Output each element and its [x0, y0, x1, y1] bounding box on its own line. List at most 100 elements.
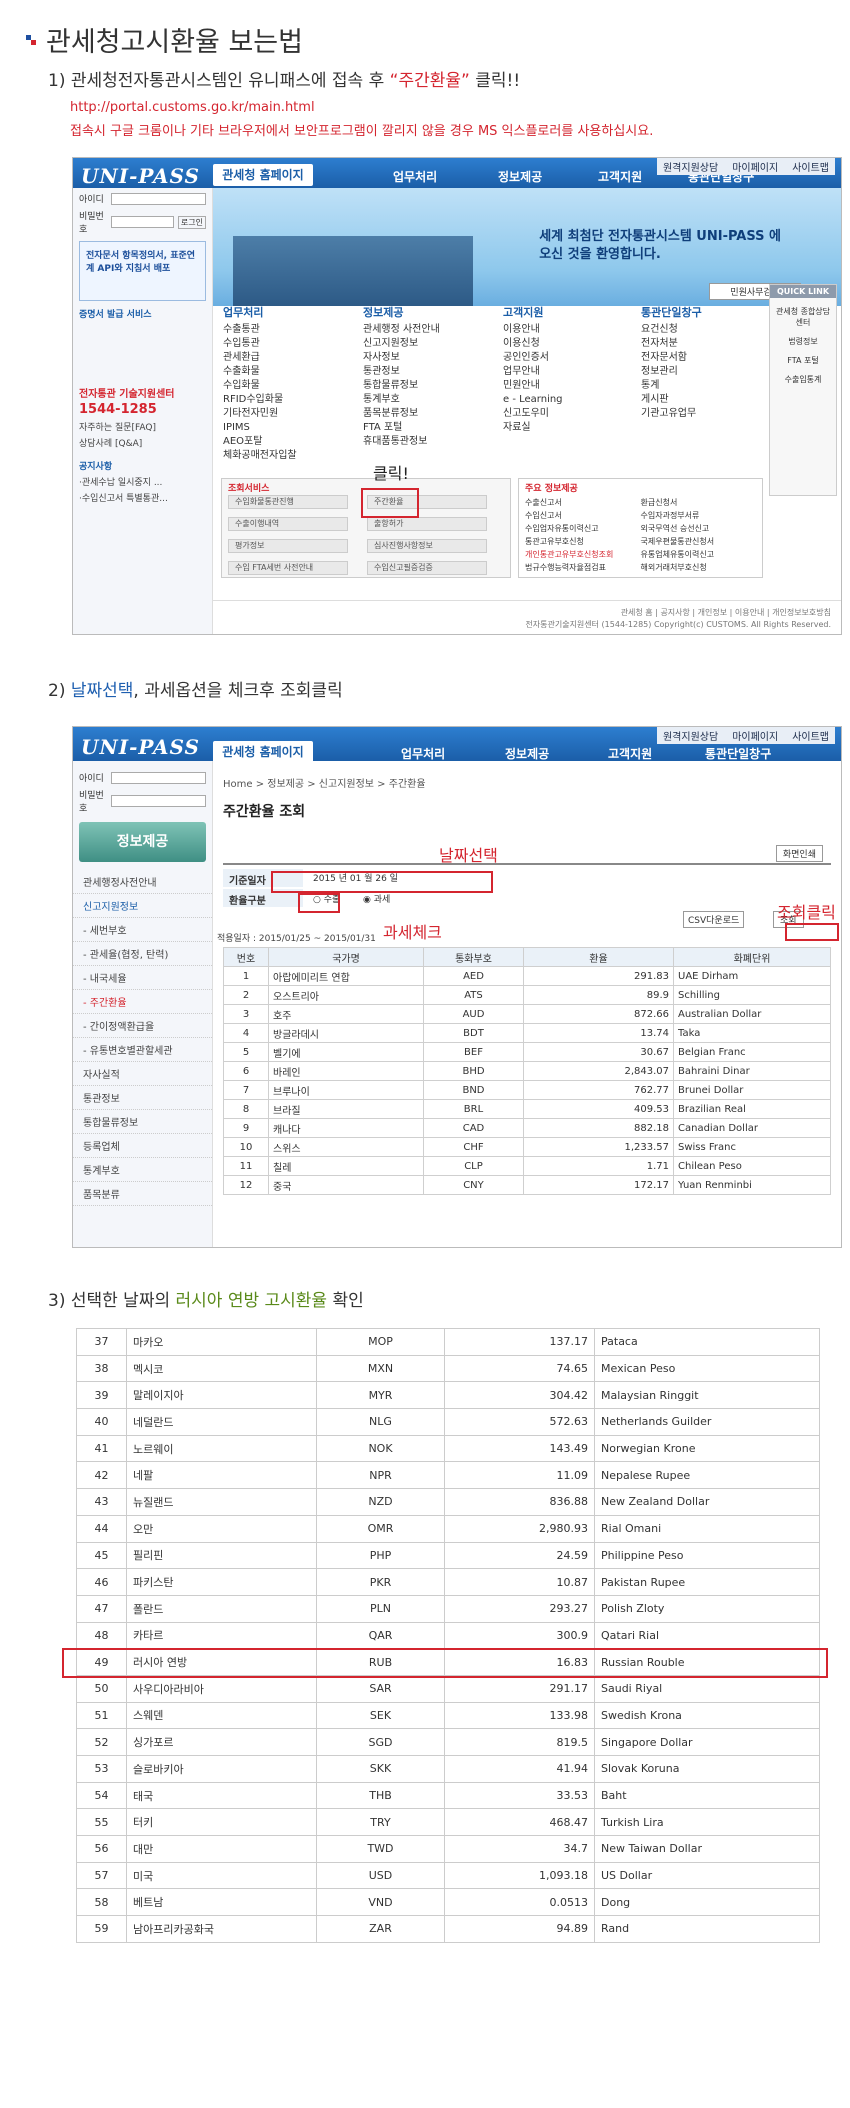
menu-work-title[interactable]: 업무처리	[223, 306, 297, 320]
menu-item[interactable]: 공인인증서	[503, 351, 563, 365]
id-field[interactable]: 아이디	[79, 192, 206, 205]
promo-banner[interactable]: 전자문서 항목정의서, 표준연계 API와 지침서 배포	[79, 241, 206, 301]
menu-item[interactable]: 이용안내	[503, 323, 563, 337]
info-item[interactable]: 수입자과정부서류	[641, 509, 757, 522]
quick-link-item[interactable]: FTA 포털	[774, 355, 832, 366]
side-item[interactable]: - 내국세율	[73, 966, 212, 990]
nav-work[interactable]: 업무처리	[401, 745, 445, 762]
menu-item[interactable]: 민원안내	[503, 379, 563, 393]
menu-item[interactable]: 관세환급	[223, 351, 297, 365]
sitemap-link[interactable]: 사이트맵	[792, 159, 829, 174]
mypage-link[interactable]: 마이페이지	[732, 159, 778, 174]
service-item[interactable]: 심사진행사항정보	[367, 539, 487, 553]
quick-link-item[interactable]: 관세청 종합상담센터	[774, 306, 832, 328]
info-item[interactable]: 수입신고서	[525, 509, 641, 522]
nav-support[interactable]: 고객지원	[598, 168, 642, 185]
info-item[interactable]: 유통업체유통이력신고	[641, 548, 757, 561]
id-field[interactable]: 아이디	[79, 771, 206, 784]
menu-item[interactable]: 통합물류정보	[363, 379, 440, 393]
menu-item[interactable]: 수출화물	[223, 365, 297, 379]
unipass-logo[interactable]: UNI-PASS	[81, 735, 200, 759]
side-item[interactable]: 통관정보	[73, 1086, 212, 1110]
qa-link[interactable]: 상담사례 [Q&A]	[79, 436, 206, 449]
service-item[interactable]: 수출이행내역	[228, 517, 348, 531]
info-item[interactable]: 외국무역선 승선신고	[641, 522, 757, 535]
menu-item[interactable]: 수입통관	[223, 337, 297, 351]
menu-item[interactable]: 이용신청	[503, 337, 563, 351]
menu-item[interactable]: 통계부호	[363, 393, 440, 407]
side-item[interactable]: 등록업체	[73, 1134, 212, 1158]
info-item[interactable]: 환급신청서	[641, 496, 757, 509]
menu-item[interactable]: 전자처분	[641, 337, 702, 351]
portal-url-link[interactable]: http://portal.customs.go.kr/main.html	[70, 100, 315, 115]
menu-item[interactable]: 통계	[641, 379, 702, 393]
menu-item[interactable]: 게시판	[641, 393, 702, 407]
mypage-link[interactable]: 마이페이지	[732, 728, 778, 743]
side-item[interactable]: - 관세율(협정, 탄력)	[73, 942, 212, 966]
side-item[interactable]: - 간이정액환급율	[73, 1014, 212, 1038]
notice-item-1[interactable]: ·관세수납 일시중지 ...	[79, 475, 206, 488]
menu-item[interactable]: RFID수입화물	[223, 393, 297, 407]
menu-item[interactable]: 업무안내	[503, 365, 563, 379]
menu-item[interactable]: FTA 포털	[363, 421, 440, 435]
side-item[interactable]: 통계부호	[73, 1158, 212, 1182]
side-item-weekly-rate[interactable]: - 주간환율	[73, 990, 212, 1014]
menu-single-window-title[interactable]: 통관단일창구	[641, 306, 702, 320]
service-item[interactable]: 평가정보	[228, 539, 348, 553]
sitemap-link[interactable]: 사이트맵	[792, 728, 829, 743]
remote-support-link[interactable]: 원격지원상담	[663, 728, 718, 743]
tax-radio[interactable]: ◉ 과세	[363, 892, 390, 905]
menu-item[interactable]: 신고도우미	[503, 407, 563, 421]
side-item[interactable]: 품목분류	[73, 1182, 212, 1206]
nav-support[interactable]: 고객지원	[608, 745, 652, 762]
menu-item[interactable]: 정보관리	[641, 365, 702, 379]
service-item[interactable]: 수입 FTA세번 사전안내	[228, 561, 348, 575]
menu-item[interactable]: 자사정보	[363, 351, 440, 365]
side-item[interactable]: 신고지원정보	[73, 894, 212, 918]
quick-link-item[interactable]: 법령정보	[774, 336, 832, 347]
customs-home-button[interactable]: 관세청 홈페이지	[213, 741, 313, 763]
quick-link-item[interactable]: 수출입통계	[774, 374, 832, 385]
footer-links[interactable]: 관세청 홈 | 공지사항 | 개인정보 | 이용안내 | 개인정보보호방침	[223, 607, 831, 619]
nav-work[interactable]: 업무처리	[393, 168, 437, 185]
password-field[interactable]: 비밀번호 로그인	[79, 209, 206, 235]
menu-item[interactable]: 수입화물	[223, 379, 297, 393]
menu-item[interactable]: 기관고유업무	[641, 407, 702, 421]
menu-item[interactable]: 기타전자민원	[223, 407, 297, 421]
nav-single-window[interactable]: 통관단일창구	[705, 745, 771, 762]
info-item[interactable]: 수입업자유통이력신고	[525, 522, 641, 535]
service-item[interactable]: 수입신고필증검증	[367, 561, 487, 575]
service-item[interactable]: 출항허가	[367, 517, 487, 531]
nav-info[interactable]: 정보제공	[505, 745, 549, 762]
menu-item[interactable]: IPIMS	[223, 421, 297, 435]
unipass-logo[interactable]: UNI-PASS	[81, 164, 200, 188]
nav-info[interactable]: 정보제공	[498, 168, 542, 185]
csv-download-button[interactable]: CSV다운로드	[683, 911, 745, 928]
password-field[interactable]: 비밀번호	[79, 788, 206, 814]
menu-item[interactable]: 요건신청	[641, 323, 702, 337]
side-item[interactable]: - 유통변호별관할세관	[73, 1038, 212, 1062]
info-item[interactable]: 국제우편물통관신청서	[641, 535, 757, 548]
menu-item[interactable]: 통관정보	[363, 365, 440, 379]
info-item[interactable]: 법규수행능력자율점검표	[525, 561, 641, 574]
info-item[interactable]: 개인통관고유부호신청조회	[525, 548, 641, 561]
service-item[interactable]: 수입화물통관진행	[228, 495, 348, 509]
print-button[interactable]: 화면인쇄	[775, 845, 823, 862]
side-item[interactable]: 관세행정사전안내	[73, 870, 212, 894]
menu-item[interactable]: e - Learning	[503, 393, 563, 407]
info-item[interactable]: 해외거래처부호신청	[641, 561, 757, 574]
menu-item[interactable]: 품목분류정보	[363, 407, 440, 421]
notice-item-2[interactable]: ·수입신고서 특별통관...	[79, 491, 206, 504]
side-item[interactable]: - 세번부호	[73, 918, 212, 942]
menu-info-title[interactable]: 정보제공	[363, 306, 440, 320]
faq-link[interactable]: 자주하는 질문[FAQ]	[79, 420, 206, 433]
login-button[interactable]: 로그인	[177, 215, 206, 229]
info-item[interactable]: 통관고유부호신청	[525, 535, 641, 548]
side-item[interactable]: 통합물류정보	[73, 1110, 212, 1134]
info-item[interactable]: 수출신고서	[525, 496, 641, 509]
side-item[interactable]: 자사실적	[73, 1062, 212, 1086]
menu-item[interactable]: 휴대품통관정보	[363, 435, 440, 449]
remote-support-link[interactable]: 원격지원상담	[663, 159, 718, 174]
menu-item[interactable]: 신고지원정보	[363, 337, 440, 351]
menu-item[interactable]: 체화공매전자입찰	[223, 449, 297, 463]
